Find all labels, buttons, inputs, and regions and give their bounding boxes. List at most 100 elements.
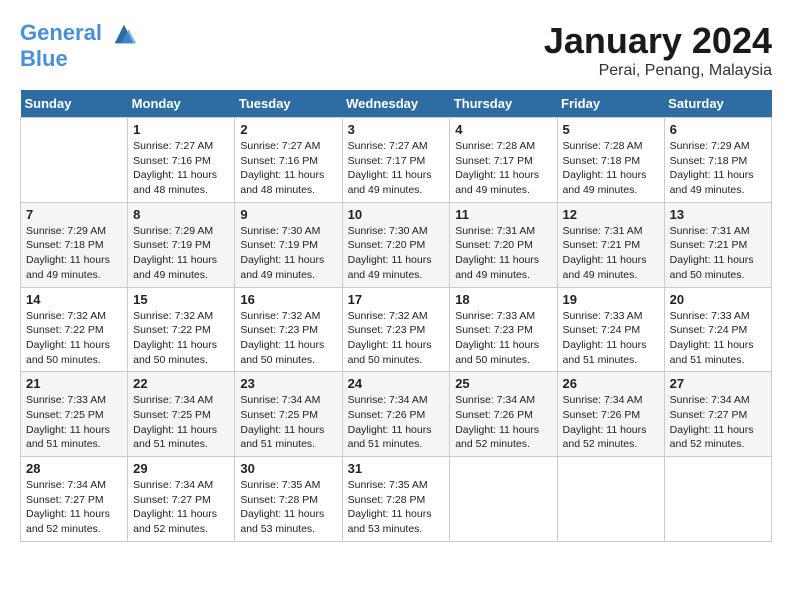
cell-info: Sunrise: 7:33 AM Sunset: 7:24 PM Dayligh… (563, 309, 659, 368)
day-number: 29 (133, 461, 229, 476)
day-number: 18 (455, 292, 551, 307)
location-title: Perai, Penang, Malaysia (544, 62, 772, 80)
day-number: 17 (348, 292, 445, 307)
day-number: 3 (348, 122, 445, 137)
calendar-cell: 3 Sunrise: 7:27 AM Sunset: 7:17 PM Daylig… (342, 118, 450, 203)
cell-info: Sunrise: 7:31 AM Sunset: 7:21 PM Dayligh… (670, 224, 766, 283)
day-number: 26 (563, 376, 659, 391)
calendar-cell: 31 Sunrise: 7:35 AM Sunset: 7:28 PM Dayli… (342, 457, 450, 542)
day-number: 2 (240, 122, 336, 137)
day-number: 23 (240, 376, 336, 391)
page-header: General Blue January 2024 Perai, Penang,… (20, 20, 772, 80)
header-thursday: Thursday (450, 90, 557, 118)
cell-info: Sunrise: 7:34 AM Sunset: 7:25 PM Dayligh… (240, 393, 336, 452)
cell-info: Sunrise: 7:34 AM Sunset: 7:26 PM Dayligh… (563, 393, 659, 452)
day-number: 12 (563, 207, 659, 222)
cell-info: Sunrise: 7:34 AM Sunset: 7:26 PM Dayligh… (455, 393, 551, 452)
day-number: 14 (26, 292, 122, 307)
day-number: 27 (670, 376, 766, 391)
cell-info: Sunrise: 7:34 AM Sunset: 7:25 PM Dayligh… (133, 393, 229, 452)
day-number: 5 (563, 122, 659, 137)
day-number: 24 (348, 376, 445, 391)
calendar-table: SundayMondayTuesdayWednesdayThursdayFrid… (20, 90, 772, 542)
calendar-cell: 4 Sunrise: 7:28 AM Sunset: 7:17 PM Daylig… (450, 118, 557, 203)
calendar-cell: 17 Sunrise: 7:32 AM Sunset: 7:23 PM Dayli… (342, 287, 450, 372)
cell-info: Sunrise: 7:27 AM Sunset: 7:16 PM Dayligh… (133, 139, 229, 198)
calendar-week-5: 28Sunrise: 7:34 AM Sunset: 7:27 PM Dayli… (21, 457, 772, 542)
calendar-cell: 28Sunrise: 7:34 AM Sunset: 7:27 PM Dayli… (21, 457, 128, 542)
cell-info: Sunrise: 7:29 AM Sunset: 7:19 PM Dayligh… (133, 224, 229, 283)
cell-info: Sunrise: 7:27 AM Sunset: 7:17 PM Dayligh… (348, 139, 445, 198)
cell-info: Sunrise: 7:34 AM Sunset: 7:27 PM Dayligh… (133, 478, 229, 537)
calendar-cell: 5 Sunrise: 7:28 AM Sunset: 7:18 PM Daylig… (557, 118, 664, 203)
cell-info: Sunrise: 7:30 AM Sunset: 7:19 PM Dayligh… (240, 224, 336, 283)
cell-info: Sunrise: 7:34 AM Sunset: 7:27 PM Dayligh… (670, 393, 766, 452)
calendar-cell: 2 Sunrise: 7:27 AM Sunset: 7:16 PM Daylig… (235, 118, 342, 203)
calendar-cell: 25 Sunrise: 7:34 AM Sunset: 7:26 PM Dayli… (450, 372, 557, 457)
day-number: 10 (348, 207, 445, 222)
day-number: 1 (133, 122, 229, 137)
calendar-cell: 26 Sunrise: 7:34 AM Sunset: 7:26 PM Dayli… (557, 372, 664, 457)
cell-info: Sunrise: 7:35 AM Sunset: 7:28 PM Dayligh… (240, 478, 336, 537)
cell-info: Sunrise: 7:28 AM Sunset: 7:18 PM Dayligh… (563, 139, 659, 198)
day-number: 4 (455, 122, 551, 137)
cell-info: Sunrise: 7:28 AM Sunset: 7:17 PM Dayligh… (455, 139, 551, 198)
cell-info: Sunrise: 7:32 AM Sunset: 7:22 PM Dayligh… (133, 309, 229, 368)
calendar-cell: 19 Sunrise: 7:33 AM Sunset: 7:24 PM Dayli… (557, 287, 664, 372)
cell-info: Sunrise: 7:29 AM Sunset: 7:18 PM Dayligh… (670, 139, 766, 198)
calendar-cell: 23 Sunrise: 7:34 AM Sunset: 7:25 PM Dayli… (235, 372, 342, 457)
calendar-header-row: SundayMondayTuesdayWednesdayThursdayFrid… (21, 90, 772, 118)
calendar-cell: 20Sunrise: 7:33 AM Sunset: 7:24 PM Dayli… (664, 287, 771, 372)
calendar-cell: 6 Sunrise: 7:29 AM Sunset: 7:18 PM Daylig… (664, 118, 771, 203)
calendar-week-2: 7 Sunrise: 7:29 AM Sunset: 7:18 PM Daylig… (21, 202, 772, 287)
cell-info: Sunrise: 7:33 AM Sunset: 7:25 PM Dayligh… (26, 393, 122, 452)
day-number: 6 (670, 122, 766, 137)
calendar-cell: 24 Sunrise: 7:34 AM Sunset: 7:26 PM Dayli… (342, 372, 450, 457)
day-number: 13 (670, 207, 766, 222)
month-title: January 2024 (544, 20, 772, 62)
calendar-cell: 12 Sunrise: 7:31 AM Sunset: 7:21 PM Dayli… (557, 202, 664, 287)
day-number: 16 (240, 292, 336, 307)
calendar-cell (450, 457, 557, 542)
calendar-cell: 16Sunrise: 7:32 AM Sunset: 7:23 PM Dayli… (235, 287, 342, 372)
day-number: 30 (240, 461, 336, 476)
cell-info: Sunrise: 7:31 AM Sunset: 7:21 PM Dayligh… (563, 224, 659, 283)
cell-info: Sunrise: 7:30 AM Sunset: 7:20 PM Dayligh… (348, 224, 445, 283)
cell-info: Sunrise: 7:31 AM Sunset: 7:20 PM Dayligh… (455, 224, 551, 283)
calendar-cell: 27 Sunrise: 7:34 AM Sunset: 7:27 PM Dayli… (664, 372, 771, 457)
cell-info: Sunrise: 7:27 AM Sunset: 7:16 PM Dayligh… (240, 139, 336, 198)
day-number: 7 (26, 207, 122, 222)
cell-info: Sunrise: 7:29 AM Sunset: 7:18 PM Dayligh… (26, 224, 122, 283)
day-number: 9 (240, 207, 336, 222)
header-wednesday: Wednesday (342, 90, 450, 118)
title-block: January 2024 Perai, Penang, Malaysia (544, 20, 772, 80)
day-number: 15 (133, 292, 229, 307)
calendar-cell: 30 Sunrise: 7:35 AM Sunset: 7:28 PM Dayli… (235, 457, 342, 542)
day-number: 19 (563, 292, 659, 307)
calendar-cell: 15 Sunrise: 7:32 AM Sunset: 7:22 PM Dayli… (128, 287, 235, 372)
logo-blue: Blue (20, 48, 138, 70)
calendar-cell: 14Sunrise: 7:32 AM Sunset: 7:22 PM Dayli… (21, 287, 128, 372)
calendar-cell: 13 Sunrise: 7:31 AM Sunset: 7:21 PM Dayli… (664, 202, 771, 287)
calendar-cell (664, 457, 771, 542)
calendar-cell (557, 457, 664, 542)
day-number: 25 (455, 376, 551, 391)
cell-info: Sunrise: 7:32 AM Sunset: 7:23 PM Dayligh… (348, 309, 445, 368)
calendar-cell: 29 Sunrise: 7:34 AM Sunset: 7:27 PM Dayli… (128, 457, 235, 542)
calendar-week-4: 21Sunrise: 7:33 AM Sunset: 7:25 PM Dayli… (21, 372, 772, 457)
calendar-cell: 11Sunrise: 7:31 AM Sunset: 7:20 PM Dayli… (450, 202, 557, 287)
calendar-week-1: 1 Sunrise: 7:27 AM Sunset: 7:16 PM Daylig… (21, 118, 772, 203)
calendar-cell: 21Sunrise: 7:33 AM Sunset: 7:25 PM Dayli… (21, 372, 128, 457)
day-number: 22 (133, 376, 229, 391)
calendar-cell: 22 Sunrise: 7:34 AM Sunset: 7:25 PM Dayli… (128, 372, 235, 457)
calendar-week-3: 14 Sunrise: 7:32 AM Sunset: 7:22 PM Dayli… (21, 287, 772, 372)
header-friday: Friday (557, 90, 664, 118)
logo-text: General (20, 20, 138, 48)
calendar-cell: 18Sunrise: 7:33 AM Sunset: 7:23 PM Dayli… (450, 287, 557, 372)
cell-info: Sunrise: 7:34 AM Sunset: 7:26 PM Dayligh… (348, 393, 445, 452)
calendar-cell: 8Sunrise: 7:29 AM Sunset: 7:19 PM Daylig… (128, 202, 235, 287)
cell-info: Sunrise: 7:35 AM Sunset: 7:28 PM Dayligh… (348, 478, 445, 537)
logo: General Blue (20, 20, 138, 70)
day-number: 31 (348, 461, 445, 476)
cell-info: Sunrise: 7:33 AM Sunset: 7:24 PM Dayligh… (670, 309, 766, 368)
